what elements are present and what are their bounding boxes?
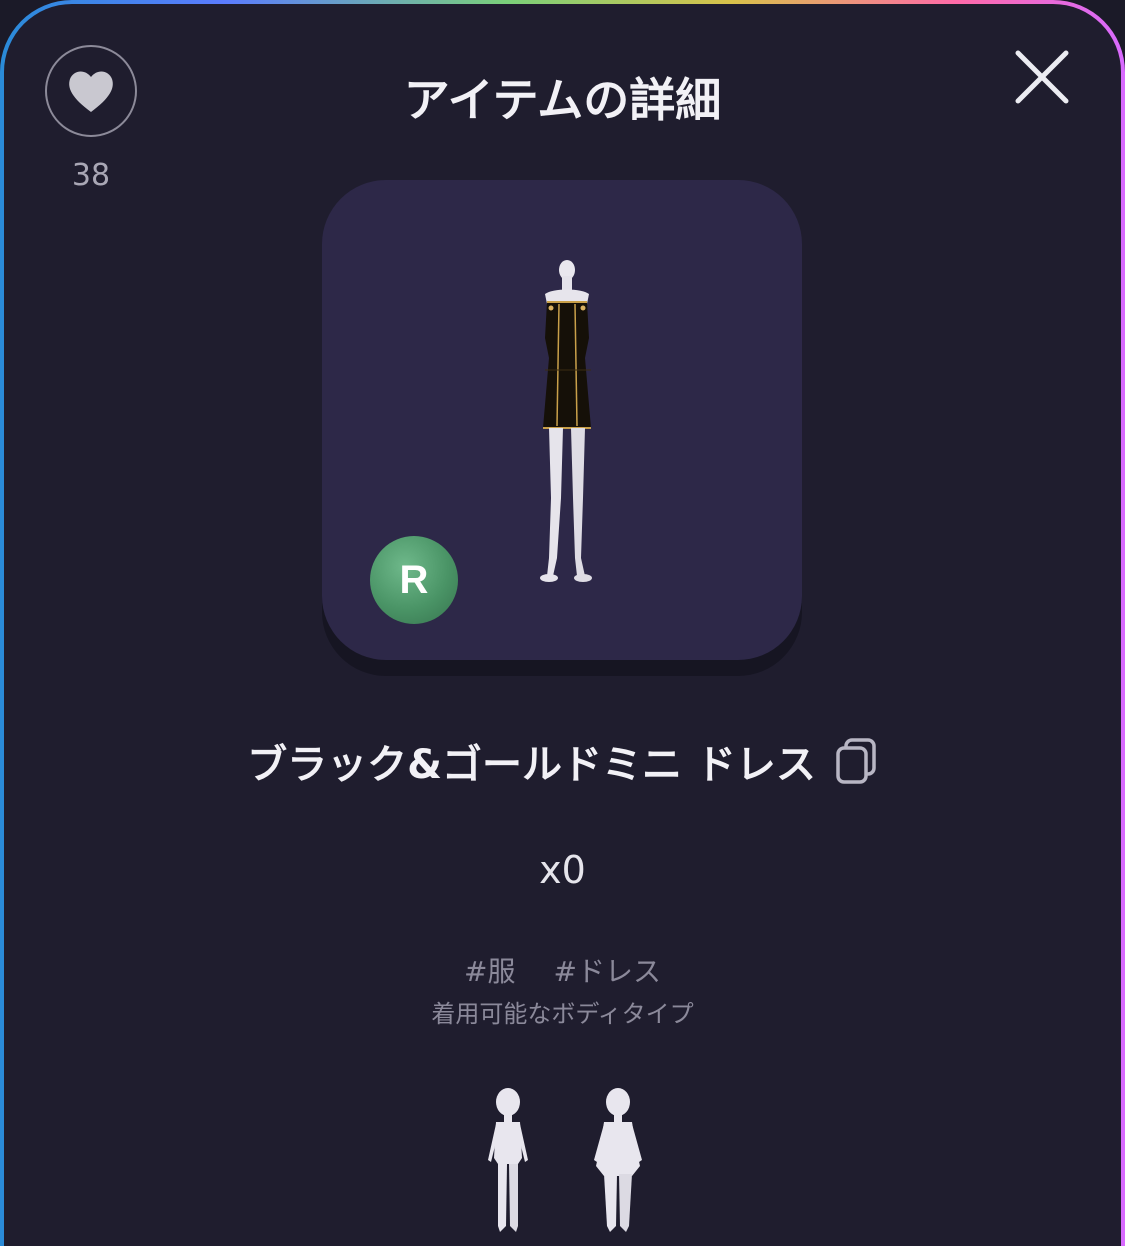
dress-preview-image <box>540 260 592 582</box>
curvy-body-type-figure <box>593 1088 642 1232</box>
like-count: 38 <box>71 158 111 193</box>
rarity-badge: R <box>370 536 458 624</box>
item-name-row: ブラック&ゴールドミニ ドレス <box>0 732 1125 790</box>
body-type-label: 着用可能なボディタイプ <box>431 1000 694 1028</box>
slim-body-type-figure <box>487 1088 528 1232</box>
item-name: ブラック&ゴールドミニ ドレス <box>247 742 816 788</box>
like-button[interactable] <box>45 45 137 137</box>
item-quantity: x0 <box>539 848 586 892</box>
body-type-list <box>0 1086 1125 1236</box>
item-preview-card: R <box>322 180 802 660</box>
item-detail-screen: 38 アイテムの詳細 R ブラック&ゴールドミニ ドレス x0 #服 #ドレス … <box>0 0 1125 1246</box>
tag-list: #服 #ドレス <box>0 950 1125 990</box>
tag-clothing[interactable]: #服 <box>464 950 515 990</box>
close-icon <box>1015 50 1069 104</box>
page-title: アイテムの詳細 <box>403 73 722 127</box>
tag-dress[interactable]: #ドレス <box>554 950 661 990</box>
copy-icon[interactable] <box>834 736 878 786</box>
heart-icon <box>69 71 113 112</box>
close-button[interactable] <box>1010 45 1074 109</box>
